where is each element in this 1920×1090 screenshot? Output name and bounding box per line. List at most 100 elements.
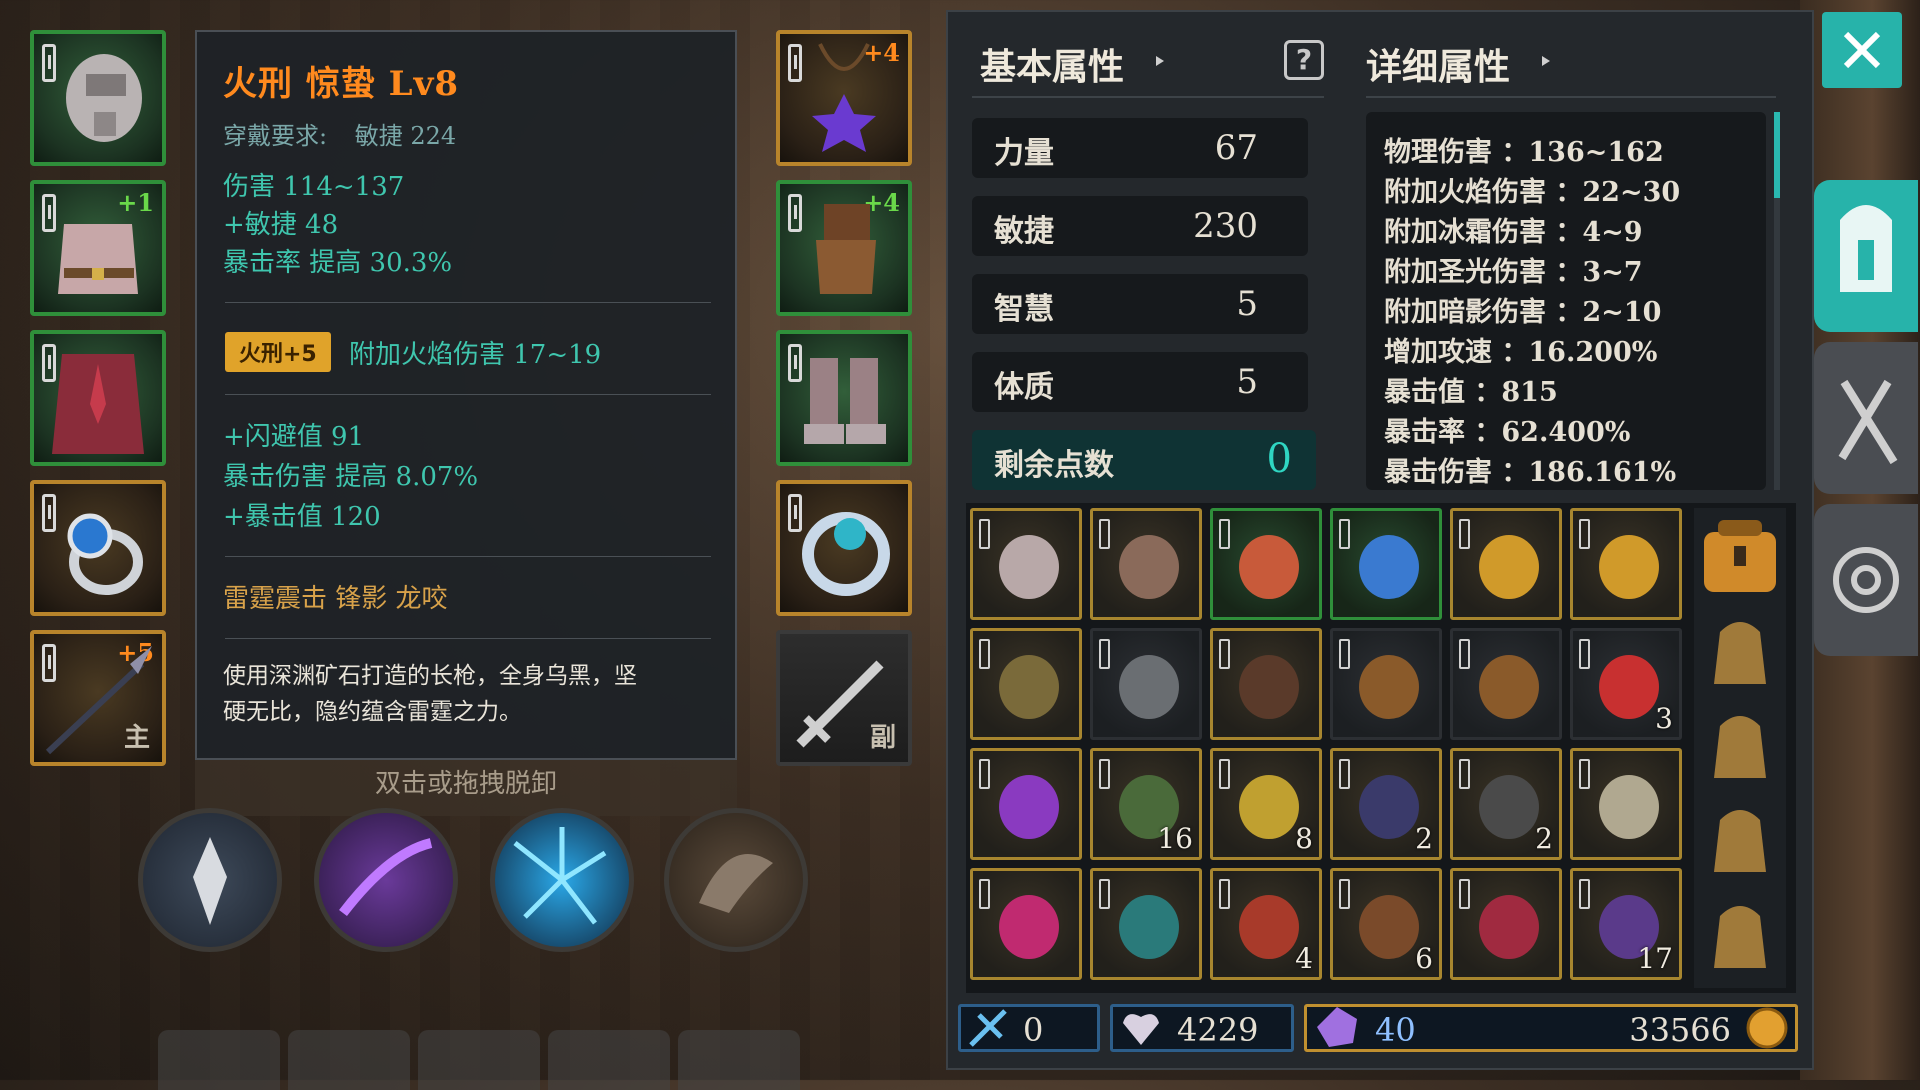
inventory-slot[interactable] bbox=[1450, 868, 1562, 980]
pouch-icon bbox=[1479, 655, 1539, 719]
help-icon[interactable]: ? bbox=[1284, 40, 1324, 80]
iron-helm-icon bbox=[1119, 655, 1179, 719]
inventory-slot[interactable] bbox=[1330, 508, 1442, 620]
fragment-currency: 0 bbox=[958, 1004, 1100, 1052]
purple-crystal-icon bbox=[1317, 1007, 1357, 1047]
remaining-label: 剩余点数 bbox=[994, 448, 1114, 483]
bottom-tab[interactable] bbox=[418, 1030, 540, 1090]
orb-icon bbox=[1599, 775, 1659, 839]
detail-stat: 附加暗影伤害 ：2~10 bbox=[1384, 297, 1662, 328]
equip-slot-legs[interactable] bbox=[30, 330, 166, 466]
header-arrow-icon bbox=[1156, 56, 1164, 66]
header-underline bbox=[972, 96, 1324, 98]
inventory-slot[interactable]: 8 bbox=[1210, 748, 1322, 860]
skill-dragon-bite[interactable] bbox=[664, 808, 808, 952]
inventory-slot[interactable] bbox=[970, 868, 1082, 980]
helmet-icon bbox=[66, 54, 142, 142]
inventory-slot[interactable] bbox=[1090, 868, 1202, 980]
tab-equipment[interactable] bbox=[1814, 180, 1918, 332]
bag-slot-icon[interactable] bbox=[1700, 698, 1780, 786]
inventory-slot[interactable]: 16 bbox=[1090, 748, 1202, 860]
flower-icon bbox=[999, 895, 1059, 959]
heart-count: 4229 bbox=[1177, 1011, 1259, 1049]
detail-attributes-header[interactable]: 详细属性 bbox=[1366, 38, 1510, 90]
equip-slot-main-weapon[interactable]: +5 主 bbox=[30, 630, 166, 766]
equip-slot-ring[interactable] bbox=[30, 480, 166, 616]
bottom-tab[interactable] bbox=[548, 1030, 670, 1090]
bottom-tab[interactable] bbox=[678, 1030, 800, 1090]
extra-stat: +闪避值 91 bbox=[223, 422, 365, 452]
basic-attributes-header[interactable]: 基本属性 bbox=[980, 38, 1124, 90]
item-count: 8 bbox=[1295, 822, 1313, 855]
stat-constitution: 体质 5 bbox=[972, 352, 1308, 412]
bottom-tab[interactable] bbox=[158, 1030, 280, 1090]
tab-settings[interactable] bbox=[1814, 504, 1918, 656]
skill-blade-shadow[interactable] bbox=[314, 808, 458, 952]
inventory-slot[interactable]: 17 bbox=[1570, 868, 1682, 980]
leg-armor-icon bbox=[52, 354, 144, 454]
detail-scroll-thumb[interactable] bbox=[1774, 112, 1780, 198]
item-tooltip: 火刑 惊蛰 Lv8 穿戴要求: 敏捷 224 伤害 114~137 +敏捷 48… bbox=[195, 30, 737, 760]
blue-ring-icon bbox=[1359, 535, 1419, 599]
inventory-slot[interactable] bbox=[1570, 748, 1682, 860]
slash-icon bbox=[339, 838, 433, 917]
bottom-tab[interactable] bbox=[288, 1030, 410, 1090]
bag-slot-icon[interactable] bbox=[1700, 888, 1780, 976]
inventory-slot[interactable] bbox=[1330, 628, 1442, 740]
item-count: 17 bbox=[1637, 942, 1673, 975]
inventory-slot[interactable] bbox=[970, 508, 1082, 620]
burst-icon bbox=[513, 827, 607, 925]
description-line: 使用深渊矿石打造的长枪，全身乌黑，坚 bbox=[223, 663, 637, 689]
remaining-value: 0 bbox=[1266, 436, 1292, 482]
bag-slot-icon[interactable] bbox=[1700, 604, 1780, 692]
header-underline bbox=[1366, 96, 1776, 98]
inventory-slot[interactable] bbox=[1090, 508, 1202, 620]
close-button[interactable] bbox=[1822, 12, 1902, 88]
heart-crystal-icon bbox=[1123, 1014, 1159, 1045]
inventory-slot[interactable] bbox=[1570, 508, 1682, 620]
divider bbox=[225, 638, 711, 639]
equip-slot-chest[interactable]: +1 bbox=[30, 180, 166, 316]
detail-stat: 物理伤害 ：136~162 bbox=[1384, 137, 1664, 168]
inventory-slot[interactable] bbox=[1090, 628, 1202, 740]
gem-effect: 附加火焰伤害 17~19 bbox=[349, 340, 602, 370]
inventory-slot[interactable]: 3 bbox=[1570, 628, 1682, 740]
purple-vase-icon bbox=[999, 775, 1059, 839]
tab-skills[interactable] bbox=[1814, 342, 1918, 494]
stat-value: 67 bbox=[1214, 128, 1258, 168]
equip-slot-offhand[interactable]: 副 bbox=[776, 630, 912, 766]
inventory-slot[interactable] bbox=[1450, 628, 1562, 740]
extra-stat: +暴击值 120 bbox=[223, 502, 381, 532]
detail-stat: 暴击伤害 ：186.161% bbox=[1384, 457, 1677, 488]
necklace-icon bbox=[812, 43, 876, 152]
skill-burst[interactable] bbox=[490, 808, 634, 952]
longbow-icon bbox=[999, 655, 1059, 719]
crystal-count: 40 bbox=[1375, 1011, 1416, 1049]
inventory-slot[interactable] bbox=[1210, 628, 1322, 740]
gold-ring-icon bbox=[1599, 535, 1659, 599]
detail-stat: 附加火焰伤害 ：22~30 bbox=[1384, 177, 1681, 208]
skill-thunder-strike[interactable] bbox=[138, 808, 282, 952]
ring-icon bbox=[67, 513, 143, 595]
equip-slot-gloves[interactable]: +4 bbox=[776, 180, 912, 316]
inventory-slot[interactable]: 2 bbox=[1450, 748, 1562, 860]
inventory-slot[interactable]: 4 bbox=[1210, 868, 1322, 980]
main-bag-icon[interactable] bbox=[1700, 512, 1780, 600]
equip-slot-ring-2[interactable] bbox=[776, 480, 912, 616]
equip-slot-boots[interactable] bbox=[776, 330, 912, 466]
inventory-slot[interactable] bbox=[1210, 508, 1322, 620]
inventory-slot[interactable]: 6 bbox=[1330, 868, 1442, 980]
stat-value: 5 bbox=[1236, 284, 1258, 324]
inventory-slot[interactable] bbox=[1450, 508, 1562, 620]
item-count: 3 bbox=[1655, 702, 1673, 735]
detail-stats-list[interactable]: 物理伤害 ：136~162 附加火焰伤害 ：22~30 附加冰霜伤害 ：4~9 … bbox=[1366, 112, 1766, 490]
inventory-slot[interactable] bbox=[970, 748, 1082, 860]
equip-slot-helmet[interactable] bbox=[30, 30, 166, 166]
stat-strength: 力量 67 bbox=[972, 118, 1308, 178]
inventory-slot[interactable] bbox=[970, 628, 1082, 740]
skill-names: 雷霆震击 锋影 龙咬 bbox=[223, 584, 448, 614]
equip-slot-necklace[interactable]: +4 bbox=[776, 30, 912, 166]
inventory-slot[interactable]: 2 bbox=[1330, 748, 1442, 860]
requirement-value: 敏捷 224 bbox=[354, 122, 457, 150]
bag-slot-icon[interactable] bbox=[1700, 792, 1780, 880]
